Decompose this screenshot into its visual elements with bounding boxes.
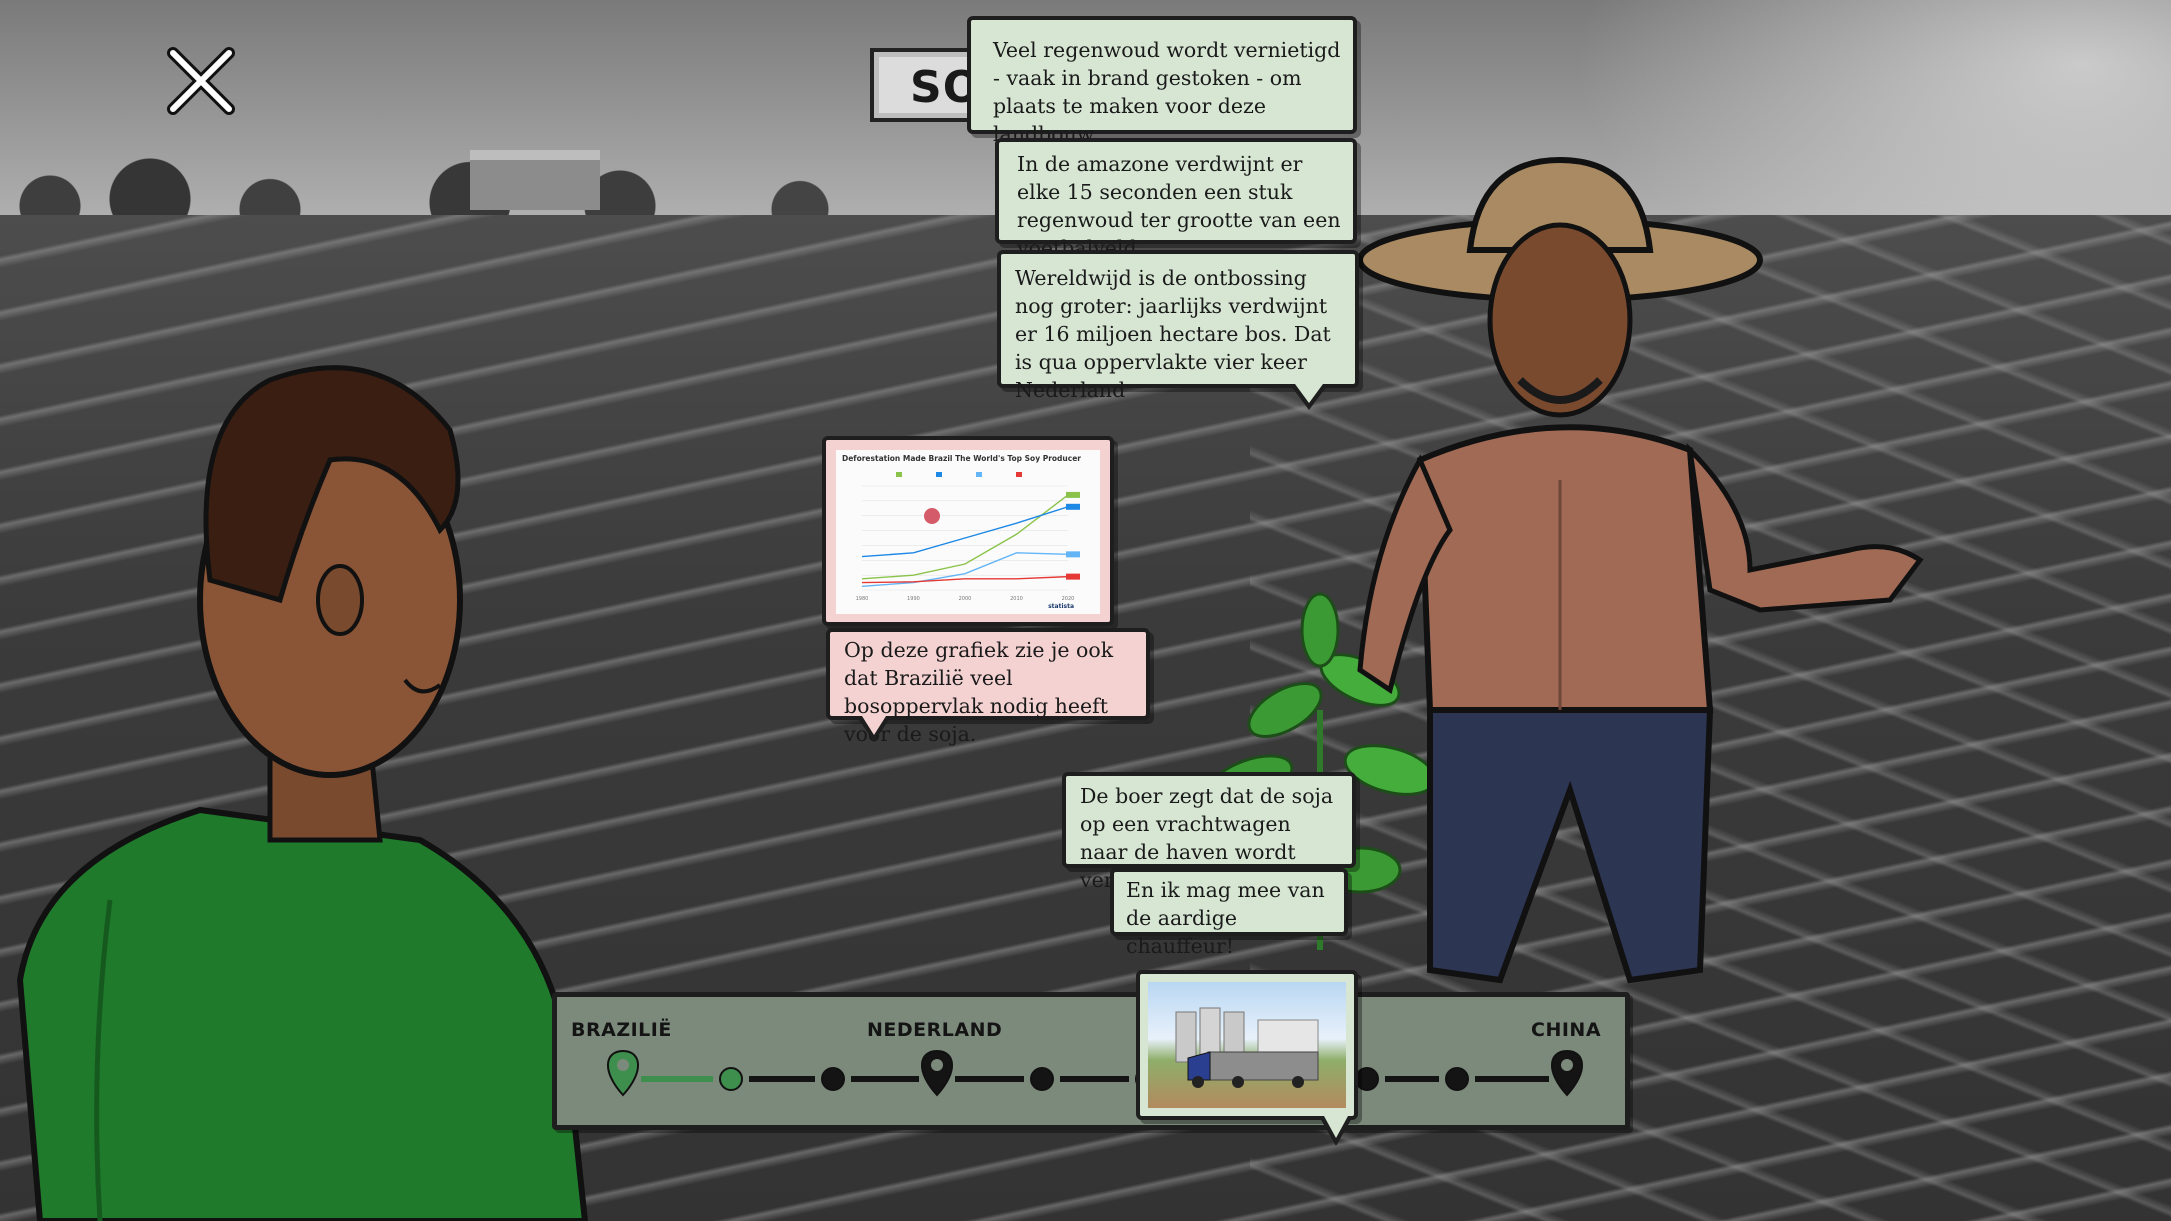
chart-highlight-dot [924, 508, 940, 524]
x-tick-label: 2010 [1010, 596, 1023, 602]
series-end-label [1066, 573, 1080, 580]
dialog-text: Veel regenwoud wordt vernietigd - vaak i… [993, 38, 1341, 146]
series-end-label [1066, 551, 1080, 558]
location-pin-icon [1551, 1049, 1583, 1097]
x-tick-label: 2000 [959, 596, 972, 602]
truck-photo-bubble[interactable] [1136, 970, 1358, 1146]
dialog-bubble-chart-caption: Op deze grafiek zie je ook dat Brazilië … [826, 628, 1150, 746]
route-step-dot [821, 1067, 845, 1091]
series-line [861, 494, 1069, 580]
legend-swatch [976, 472, 982, 477]
route-step-dot [1355, 1067, 1379, 1091]
dialog-bubble-chauffeur: En ik mag mee van de aardige chauffeur! [1110, 868, 1348, 958]
bubble-tail-fill [1324, 1116, 1348, 1138]
route-progress-bar: BRAZILIË NEDERLAND CHINA [552, 992, 1630, 1130]
legend-swatch [896, 472, 902, 477]
bubble-tail-fill [862, 716, 886, 735]
series-end-label [1066, 491, 1080, 498]
close-button[interactable] [165, 45, 237, 117]
dialog-bubble-deforestation: Veel regenwoud wordt vernietigd - vaak i… [967, 16, 1357, 146]
x-tick-label: 1980 [856, 596, 869, 602]
x-tick-label: 2020 [1062, 596, 1075, 602]
route-step-dot [1030, 1067, 1054, 1091]
close-icon [167, 47, 235, 115]
dialog-bubble-amazon: In de amazone verdwijnt er elke 15 secon… [995, 138, 1357, 260]
truck-silo-image [1175, 1007, 1319, 1088]
series-line [861, 575, 1069, 584]
dialog-bubble-truck: De boer zegt dat de soja op een vrachtwa… [1062, 772, 1356, 892]
series-line [861, 552, 1069, 587]
bubble-tail-fill [1295, 384, 1323, 403]
chart-image-card[interactable]: Deforestation Made Brazil The World's To… [822, 436, 1114, 626]
dialog-text: Wereldwijd is de ontbossing nog groter: … [1015, 266, 1331, 402]
series-line [861, 506, 1069, 558]
player-character [16, 365, 589, 1221]
chart-plot: 1980 1990 2000 2010 2020statista [856, 472, 1080, 610]
route-step-dot [719, 1067, 743, 1091]
route-step-dot [1445, 1067, 1469, 1091]
soy-chart: Deforestation Made Brazil The World's To… [836, 450, 1100, 614]
location-pin-icon-start [607, 1049, 639, 1097]
dialog-text: In de amazone verdwijnt er elke 15 secon… [1017, 152, 1341, 260]
route-track [607, 1049, 1583, 1097]
legend-swatch [1016, 472, 1022, 477]
x-tick-label: 1990 [907, 596, 920, 602]
legend-swatch [936, 472, 942, 477]
truck-photo [1148, 982, 1346, 1108]
statista-logo: statista [1048, 603, 1074, 610]
series-end-label [1066, 503, 1080, 510]
title-sign: SO [870, 48, 980, 122]
dialog-bubble-worldwide: Wereldwijd is de ontbossing nog groter: … [997, 250, 1359, 410]
location-pin-icon [921, 1049, 953, 1097]
